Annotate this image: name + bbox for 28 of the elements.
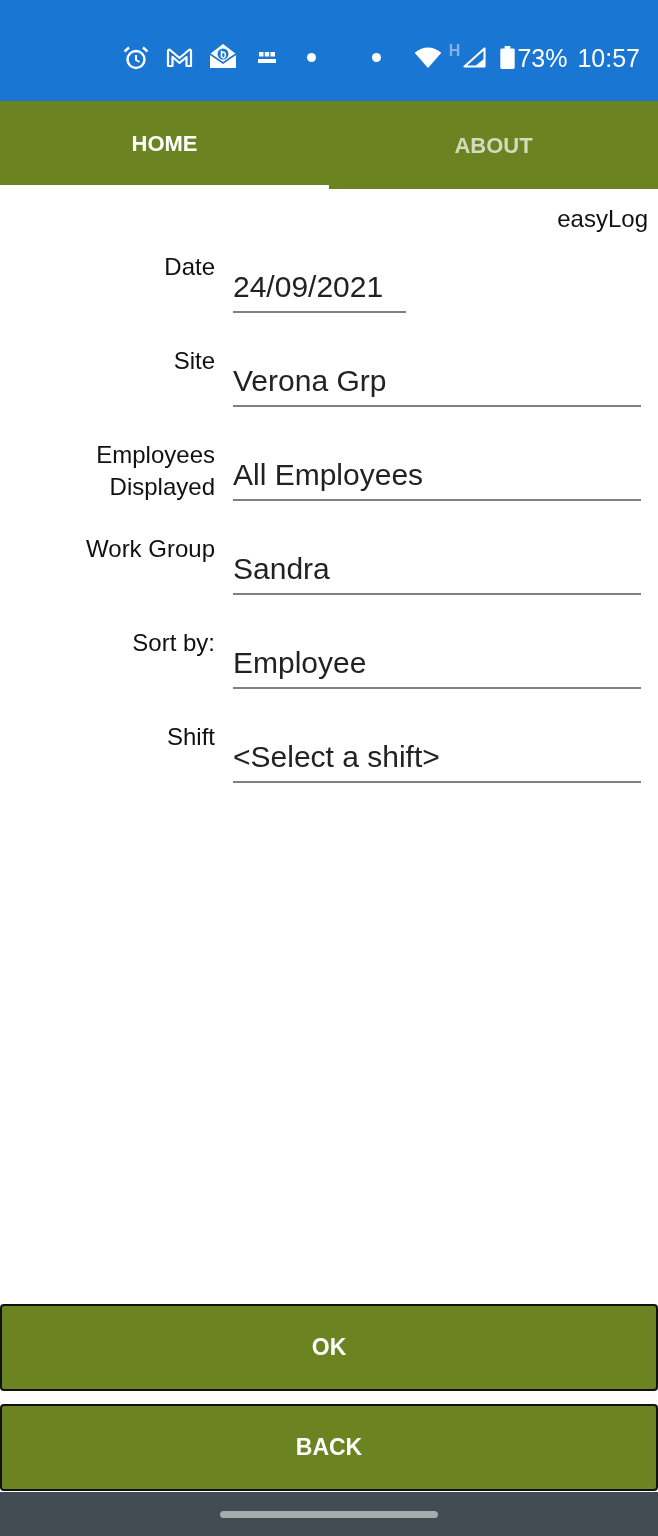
notification-dot-icon	[372, 53, 381, 62]
field-label: Employees Displayed	[95, 440, 215, 502]
clock-time: 10:57	[577, 43, 640, 72]
gesture-handle[interactable]	[220, 1510, 438, 1518]
field-label: Date	[163, 252, 215, 282]
field-label: Shift	[165, 722, 215, 752]
dropdown-field[interactable]: Employee	[233, 645, 641, 689]
dropdown-field[interactable]: <Select a shift>	[233, 739, 641, 783]
app-name-label: easyLog	[557, 205, 648, 233]
dropdown-field[interactable]: Sandra	[233, 551, 641, 595]
signal-icon	[463, 47, 487, 68]
alarm-clock-icon	[123, 45, 149, 70]
dropdown-field[interactable]: All Employees	[233, 457, 641, 501]
wifi-icon	[413, 47, 442, 68]
mail-icon	[166, 47, 193, 68]
field-label: Site	[172, 346, 215, 376]
ok-button[interactable]: OK	[0, 1304, 658, 1391]
battery-icon	[500, 46, 516, 69]
news-icon	[257, 50, 277, 65]
battery-percentage: 73%	[517, 43, 568, 72]
notification-dot-icon	[307, 53, 316, 62]
envelope-icon	[209, 42, 237, 69]
back-button[interactable]: BACK	[0, 1404, 658, 1491]
dropdown-field[interactable]: Verona Grp	[233, 363, 641, 407]
network-type-label: H	[448, 42, 461, 59]
field-label: Sort by:	[131, 628, 215, 658]
field-label: Work Group	[85, 534, 215, 564]
date-field[interactable]: 24/09/2021	[233, 269, 406, 313]
